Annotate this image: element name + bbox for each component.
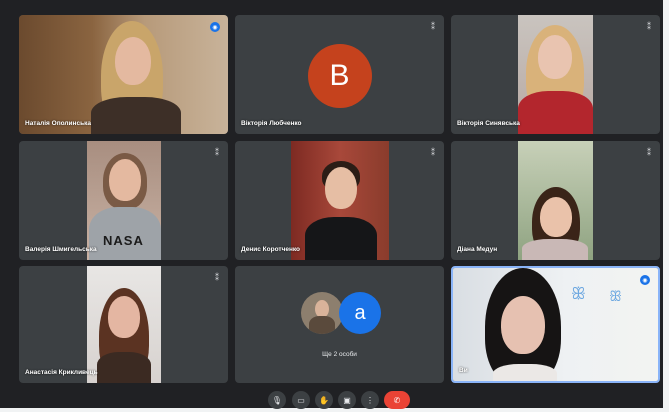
present-icon: ▣ <box>343 395 351 405</box>
butterfly-decoration: ꕥ <box>571 286 586 303</box>
torso <box>522 239 588 260</box>
face <box>325 167 357 209</box>
participant-video <box>87 266 161 383</box>
participant-name: Вікторія Любченко <box>241 120 302 127</box>
participant-tile[interactable]: NASA ⁑ Валерія Шмигельська <box>19 141 228 260</box>
speaking-indicator-icon: ◉ <box>210 22 220 32</box>
torso <box>309 316 335 334</box>
face <box>540 197 572 237</box>
participant-thumbnail <box>301 292 343 334</box>
mic-off-icon: ⁑ <box>647 148 651 157</box>
microphone-button[interactable]: 🎙 <box>268 391 286 409</box>
participant-tile[interactable]: ⁑ Діана Медун <box>451 141 660 260</box>
participant-grid: ◉ Наталія Ополинська В ⁑ Вікторія Любчен… <box>0 0 669 412</box>
participant-tile[interactable]: ⁑ Вікторія Синявська <box>451 15 660 134</box>
face <box>115 37 151 85</box>
participant-name: Вікторія Синявська <box>457 120 520 127</box>
participant-video <box>19 15 228 134</box>
participant-name: Денис Коротченко <box>241 246 301 253</box>
raise-hand-button[interactable]: ✋ <box>315 391 333 409</box>
participant-video <box>518 15 593 134</box>
face <box>108 296 140 338</box>
participant-tile[interactable]: ◉ Наталія Ополинська <box>19 15 228 134</box>
torso <box>305 217 377 260</box>
participant-avatar: a <box>339 292 381 334</box>
camera-icon: ▭ <box>297 395 305 405</box>
hand-icon: ✋ <box>319 395 329 405</box>
face <box>501 296 545 354</box>
participant-avatar-group: a <box>235 292 444 338</box>
end-call-button[interactable]: ✆ <box>384 391 410 409</box>
participant-video <box>291 141 389 260</box>
self-tile[interactable]: ꕥ ꕥ ◉ Ви <box>451 266 660 383</box>
shirt-print: NASA <box>103 233 144 248</box>
more-vertical-icon: ⋮ <box>366 395 374 405</box>
face <box>538 35 572 79</box>
participant-name: Ви <box>459 367 468 374</box>
butterfly-decoration: ꕥ <box>609 288 622 304</box>
face <box>109 159 141 201</box>
participant-name: Діана Медун <box>457 246 498 253</box>
participant-video <box>518 141 593 260</box>
torso <box>97 352 151 383</box>
more-options-button[interactable]: ⋮ <box>361 391 379 409</box>
mic-off-icon: ⁑ <box>215 273 219 282</box>
more-participants-label: Ще 2 особи <box>322 351 357 358</box>
participant-name: Анастасія Крикливець <box>25 369 98 376</box>
hang-up-icon: ✆ <box>393 395 401 405</box>
participant-video: NASA <box>87 141 161 260</box>
mic-off-icon: ⁑ <box>431 22 435 31</box>
microphone-icon: 🎙 <box>271 395 283 405</box>
participant-avatar: В <box>307 44 372 108</box>
torso <box>493 364 557 381</box>
participant-tile[interactable]: В ⁑ Вікторія Любченко <box>235 15 444 134</box>
torso <box>91 97 181 134</box>
call-controls-bar: 🎙 ▭ ✋ ▣ ⋮ ✆ <box>0 391 663 409</box>
mic-off-icon: ⁑ <box>431 148 435 157</box>
more-participants-tile[interactable]: a Ще 2 особи <box>235 266 444 383</box>
torso <box>518 91 593 134</box>
meeting-window: ◉ Наталія Ополинська В ⁑ Вікторія Любчен… <box>0 0 669 412</box>
present-screen-button[interactable]: ▣ <box>338 391 356 409</box>
speaking-indicator-icon: ◉ <box>640 275 650 285</box>
participant-tile[interactable]: ⁑ Денис Коротченко <box>235 141 444 260</box>
participant-name: Валерія Шмигельська <box>25 246 97 253</box>
participant-name: Наталія Ополинська <box>25 120 91 127</box>
participant-tile[interactable]: ⁑ Анастасія Крикливець <box>19 266 228 383</box>
mic-off-icon: ⁑ <box>215 148 219 157</box>
mic-off-icon: ⁑ <box>647 22 651 31</box>
participant-video: ꕥ ꕥ <box>453 268 658 381</box>
camera-button[interactable]: ▭ <box>292 391 310 409</box>
